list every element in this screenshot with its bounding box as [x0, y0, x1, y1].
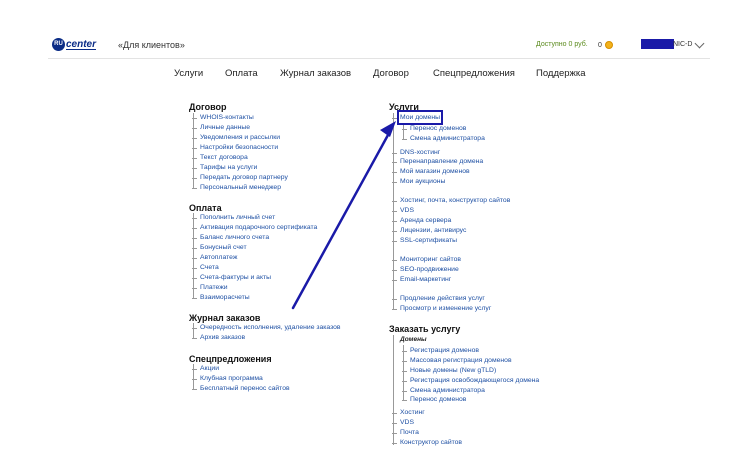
nav-item-payment[interactable]: Оплата [225, 68, 258, 79]
link-invoices[interactable]: Счета [192, 263, 219, 272]
bonus-value: 0 [598, 41, 602, 49]
link-domain-shop[interactable]: Мой магазин доменов [392, 167, 470, 176]
link-auctions[interactable]: Мои аукционы [391, 177, 445, 186]
link-tariffs[interactable]: Тарифы на услуги [191, 163, 257, 172]
link-account-balance[interactable]: Баланс личного счета [191, 233, 269, 242]
link-vds[interactable]: VDS [392, 206, 414, 215]
link-ssl[interactable]: SSL-сертификаты [392, 236, 457, 245]
link-notifications[interactable]: Уведомления и рассылки [191, 133, 280, 142]
balance-text[interactable]: Доступно 0 руб. [536, 41, 588, 48]
link-dns-hosting[interactable]: DNS-хостинг [391, 148, 440, 157]
section-title-services: Услуги [389, 102, 419, 112]
link-order-vds[interactable]: VDS [392, 418, 414, 427]
link-bulk-register[interactable]: Массовая регистрация доменов [402, 356, 512, 365]
tree-line [193, 213, 194, 298]
link-whois-contacts[interactable]: WHOIS-контакты [192, 113, 254, 122]
tree-line [193, 364, 194, 389]
link-promotions[interactable]: Акции [192, 364, 219, 373]
link-autopay[interactable]: Автоплатеж [191, 253, 237, 262]
nav-item-services[interactable]: Услуги [174, 68, 203, 79]
nav-item-contract[interactable]: Договор [373, 68, 409, 79]
user-name[interactable]: NIC-D [673, 41, 692, 48]
header: RU center «Для клиентов» Доступно 0 руб.… [0, 0, 751, 62]
nav-item-support[interactable]: Поддержка [536, 68, 586, 79]
link-order-change-admin[interactable]: Смена администратора [402, 386, 485, 395]
nav-item-offers[interactable]: Спецпредложения [433, 68, 515, 79]
link-hosting-mail[interactable]: Хостинг, почта, конструктор сайтов [391, 196, 510, 205]
logo-text: center [66, 38, 97, 50]
link-club-program[interactable]: Клубная программа [192, 374, 263, 383]
link-contract-text[interactable]: Текст договора [192, 153, 248, 162]
link-personal-data[interactable]: Личные данные [191, 123, 250, 132]
nav-item-orders[interactable]: Журнал заказов [280, 68, 351, 79]
section-title-offers: Спецпредложения [189, 354, 272, 364]
link-change-admin[interactable]: Смена администратора [402, 134, 485, 143]
link-order-archive[interactable]: Архив заказов [191, 333, 245, 342]
logo[interactable]: RU center [52, 37, 96, 51]
link-security-settings[interactable]: Настройки безопасности [191, 143, 278, 152]
link-my-domains[interactable]: Мои домены [391, 110, 444, 125]
link-domain-redirect[interactable]: Перенаправление домена [391, 157, 483, 166]
link-licenses[interactable]: Лицензии, антивирус [391, 226, 466, 235]
link-new-gtld[interactable]: Новые домены (New gTLD) [401, 366, 496, 375]
link-payments[interactable]: Платежи [192, 283, 228, 292]
link-email-marketing[interactable]: Email-маркетинг [391, 275, 451, 284]
link-top-up[interactable]: Пополнить личный счет [191, 213, 275, 222]
link-register-domains[interactable]: Регистрация доменов [402, 346, 479, 355]
tree-line [393, 335, 394, 445]
link-personal-manager[interactable]: Персональный менеджер [192, 183, 281, 192]
section-title-order-service: Заказать услугу [389, 324, 461, 334]
link-order-mail[interactable]: Почта [392, 428, 419, 437]
logo-underline [66, 49, 96, 50]
link-server-rent[interactable]: Аренда сервера [391, 216, 451, 225]
link-order-hosting[interactable]: Хостинг [392, 408, 425, 417]
section-title-orders: Журнал заказов [189, 313, 261, 323]
link-bonus-account[interactable]: Бонусный счет [192, 243, 247, 252]
subsection-title-domains: Домены [400, 336, 427, 343]
link-expiring-domain[interactable]: Регистрация освобождающегося домена [401, 376, 539, 385]
site-title: «Для клиентов» [118, 40, 185, 50]
link-view-services[interactable]: Просмотр и изменение услуг [391, 304, 491, 313]
link-domain-transfer[interactable]: Перенос доменов [401, 124, 466, 133]
bonus-points[interactable]: 0 [598, 41, 613, 49]
link-settlements[interactable]: Взаиморасчеты [192, 293, 250, 302]
section-title-payment: Оплата [189, 203, 222, 213]
section-title-contract: Договор [189, 102, 227, 112]
link-gift-certificate[interactable]: Активация подарочного сертификата [191, 223, 317, 232]
tree-line [193, 323, 194, 338]
tree-line [403, 123, 404, 140]
link-renew-services[interactable]: Продление действия услуг [392, 294, 485, 303]
header-divider [48, 58, 710, 59]
coin-icon [604, 41, 613, 49]
user-redacted-box [641, 39, 674, 49]
link-transfer-contract[interactable]: Передать договор партнеру [192, 173, 288, 182]
link-order-domain-transfer[interactable]: Перенос доменов [401, 395, 466, 404]
main-nav: Услуги Оплата Журнал заказов Договор Спе… [0, 68, 751, 84]
logo-badge: RU [52, 37, 65, 51]
link-order-site-builder[interactable]: Конструктор сайтов [391, 438, 462, 447]
link-site-monitoring[interactable]: Мониторинг сайтов [392, 255, 461, 264]
chevron-down-icon[interactable] [694, 38, 705, 49]
link-seo[interactable]: SEO-продвижение [392, 265, 459, 274]
link-order-queue[interactable]: Очередность исполнения, удаление заказов [192, 323, 341, 332]
link-invoices-acts[interactable]: Счета-фактуры и акты [191, 273, 271, 282]
tree-line [193, 113, 194, 188]
link-free-site-transfer[interactable]: Бесплатный перенос сайтов [192, 384, 290, 393]
